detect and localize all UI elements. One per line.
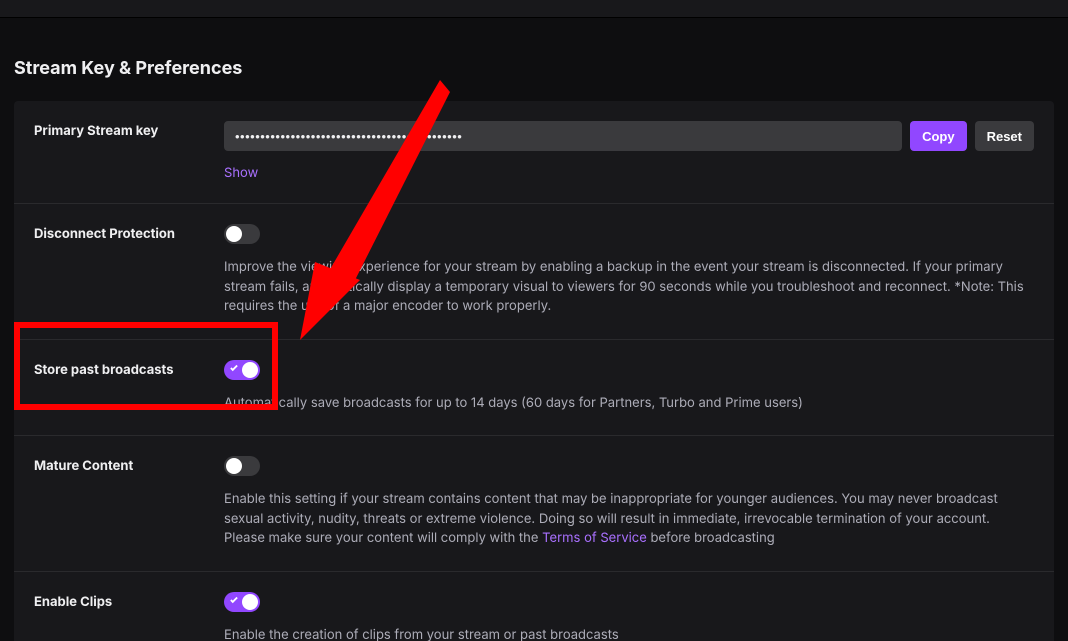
label-disconnect: Disconnect Protection: [34, 224, 224, 317]
check-icon: [229, 595, 239, 605]
top-bar: [0, 0, 1068, 18]
row-store-past-broadcasts: Store past broadcasts Automatically save…: [14, 340, 1054, 437]
label-store-past: Store past broadcasts: [34, 360, 224, 414]
label-stream-key: Primary Stream key: [34, 121, 224, 181]
toggle-store-past-broadcasts[interactable]: [224, 360, 260, 380]
label-clips: Enable Clips: [34, 592, 224, 641]
row-disconnect-protection: Disconnect Protection Improve the viewin…: [14, 204, 1054, 340]
row-mature-content: Mature Content Enable this setting if yo…: [14, 436, 1054, 572]
tos-link[interactable]: Terms of Service: [542, 530, 647, 546]
desc-mature: Enable this setting if your stream conta…: [224, 490, 1034, 549]
check-icon: [229, 363, 239, 373]
copy-button[interactable]: Copy: [910, 121, 967, 151]
toggle-disconnect-protection[interactable]: [224, 224, 260, 244]
row-stream-key: Primary Stream key Copy Reset Show: [14, 101, 1054, 204]
desc-mature-suffix: before broadcasting: [647, 530, 775, 546]
desc-store-past: Automatically save broadcasts for up to …: [224, 394, 1034, 414]
stream-key-input[interactable]: [224, 121, 902, 151]
toggle-mature-content[interactable]: [224, 456, 260, 476]
page-title: Stream Key & Preferences: [14, 58, 1054, 79]
reset-button[interactable]: Reset: [975, 121, 1034, 151]
desc-disconnect: Improve the viewing experience for your …: [224, 258, 1034, 317]
settings-panel: Primary Stream key Copy Reset Show Disco…: [14, 101, 1054, 641]
show-link[interactable]: Show: [224, 165, 258, 181]
label-mature: Mature Content: [34, 456, 224, 549]
toggle-enable-clips[interactable]: [224, 592, 260, 612]
desc-clips: Enable the creation of clips from your s…: [224, 626, 1034, 641]
row-enable-clips: Enable Clips Enable the creation of clip…: [14, 572, 1054, 641]
